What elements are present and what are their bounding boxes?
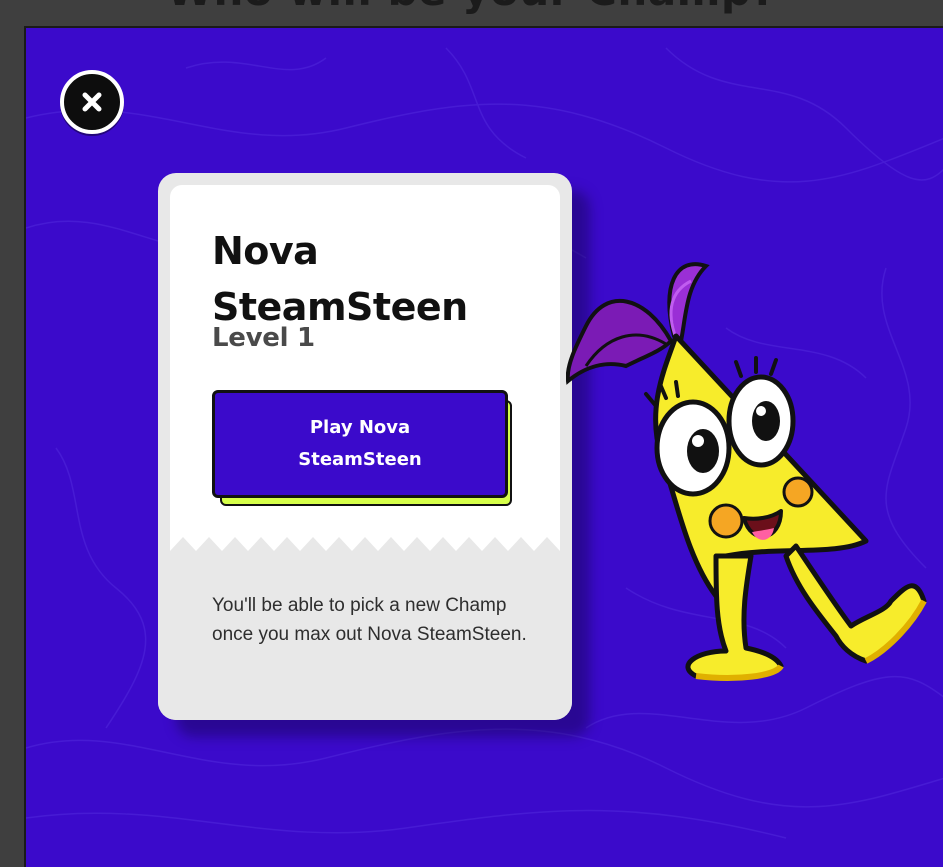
close-icon bbox=[82, 92, 102, 112]
mascot-cheek-right bbox=[782, 476, 814, 508]
champ-level: Level 1 bbox=[212, 323, 315, 353]
mascot-cheek-left bbox=[708, 503, 744, 539]
play-button-label: Play Nova SteamSteen bbox=[298, 417, 422, 470]
app-frame: Who will be your Champ? bbox=[0, 0, 943, 867]
close-button[interactable] bbox=[60, 70, 124, 134]
champ-card: Nova SteamSteen Level 1 Play Nova SteamS… bbox=[158, 173, 572, 720]
champ-modal: Nova SteamSteen Level 1 Play Nova SteamS… bbox=[24, 26, 943, 867]
champ-name: Nova SteamSteen bbox=[212, 229, 468, 329]
play-button-wrapper: Play Nova SteamSteen bbox=[212, 390, 512, 508]
play-champ-button[interactable]: Play Nova SteamSteen bbox=[212, 390, 508, 498]
champ-description: You'll be able to pick a new Champ once … bbox=[212, 595, 527, 645]
mascot-leg-right bbox=[783, 543, 927, 664]
champ-mascot-image bbox=[566, 262, 927, 681]
page-heading: Who will be your Champ? bbox=[0, 0, 943, 15]
zigzag-divider bbox=[170, 537, 560, 563]
